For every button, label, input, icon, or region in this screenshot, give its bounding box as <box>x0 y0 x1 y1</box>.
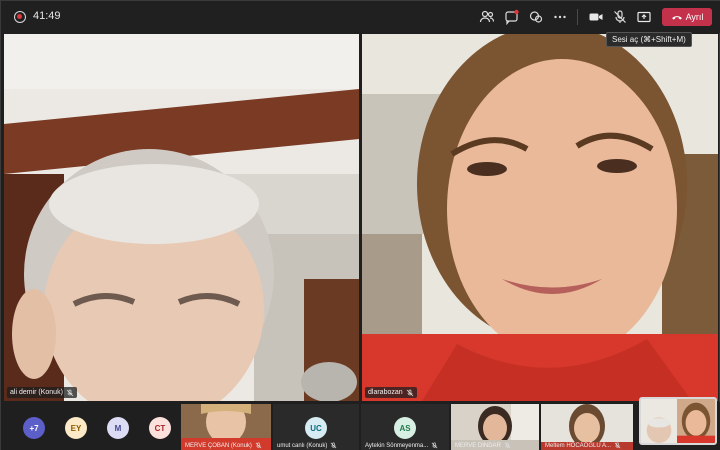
thumbnail-name: Aytekin Sönmeyenma... <box>365 442 438 449</box>
avatar-initials: AS <box>399 423 411 433</box>
chat-icon[interactable] <box>503 8 521 26</box>
participant-thumbnail[interactable]: UC umut canlı (Konuk) <box>273 404 359 450</box>
share-icon[interactable] <box>635 8 653 26</box>
participant-thumbnail[interactable]: AS Aytekin Sönmeyenma... <box>361 404 449 450</box>
meeting-timer: 41:49 <box>33 10 61 22</box>
toolbar-divider <box>577 9 578 25</box>
participant-avatar[interactable]: EY <box>65 417 87 439</box>
participant-avatar: UC <box>305 417 327 439</box>
participant-name-tag: dlarabozan <box>365 387 417 398</box>
self-view-preview[interactable] <box>639 397 717 445</box>
participant-name: ali demir (Konuk) <box>10 389 63 396</box>
avatar-initials: UC <box>310 423 322 433</box>
thumbnail-name: MERVE ÇOBAN (Konuk) <box>185 442 262 449</box>
teams-meeting-window: 41:49 Ayrıl Sesi aç (⌘+Shift+M) ali demi… <box>0 0 720 450</box>
participant-avatar: AS <box>394 417 416 439</box>
avatar-initials: +7 <box>29 423 39 433</box>
avatar-initials: M <box>114 423 122 433</box>
mic-muted-icon <box>330 442 337 449</box>
mic-muted-icon <box>255 442 262 449</box>
participant-thumbnail[interactable]: Meltem HOCAOĞLU A... <box>541 404 633 450</box>
avatar-initials: EY <box>70 423 82 433</box>
mic-muted-icon <box>614 442 621 449</box>
participant-name: dlarabozan <box>368 389 403 396</box>
mic-muted-icon <box>504 442 511 449</box>
more-icon[interactable] <box>551 8 569 26</box>
participant-video <box>4 34 359 401</box>
thumbnail-name: Meltem HOCAOĞLU A... <box>545 442 621 449</box>
participant-thumbnail[interactable]: MERVE DİNDAR <box>451 404 539 450</box>
unmute-tooltip: Sesi aç (⌘+Shift+M) <box>606 32 692 47</box>
participant-name-tag: ali demir (Konuk) <box>7 387 77 398</box>
mic-muted-icon <box>66 389 74 396</box>
video-tile-ali-demir[interactable]: ali demir (Konuk) <box>4 34 359 401</box>
avatar-initials: CT <box>154 423 166 433</box>
participant-video <box>362 34 718 401</box>
participant-thumbnail[interactable]: MERVE ÇOBAN (Konuk) <box>181 404 271 450</box>
self-video <box>641 399 715 443</box>
video-tile-dlarabozan[interactable]: dlarabozan <box>362 34 718 401</box>
record-icon <box>14 11 26 23</box>
thumbnail-name: umut canlı (Konuk) <box>277 442 337 449</box>
mic-muted-icon <box>406 389 413 396</box>
participants-icon[interactable] <box>478 8 496 26</box>
leave-label: Ayrıl <box>685 12 704 22</box>
thumbnail-name: MERVE DİNDAR <box>455 442 511 449</box>
participant-avatar[interactable]: CT <box>149 417 171 439</box>
mic-off-icon[interactable] <box>611 8 629 26</box>
phone-hangup-icon <box>671 16 682 20</box>
leave-button[interactable]: Ayrıl <box>662 8 712 26</box>
overflow-participants-avatar[interactable]: +7 <box>23 417 45 439</box>
participant-avatar[interactable]: M <box>107 417 129 439</box>
reactions-icon[interactable] <box>527 8 545 26</box>
meeting-toolbar: 41:49 Ayrıl <box>1 1 720 33</box>
camera-icon[interactable] <box>587 8 605 26</box>
mic-muted-icon <box>431 442 438 449</box>
